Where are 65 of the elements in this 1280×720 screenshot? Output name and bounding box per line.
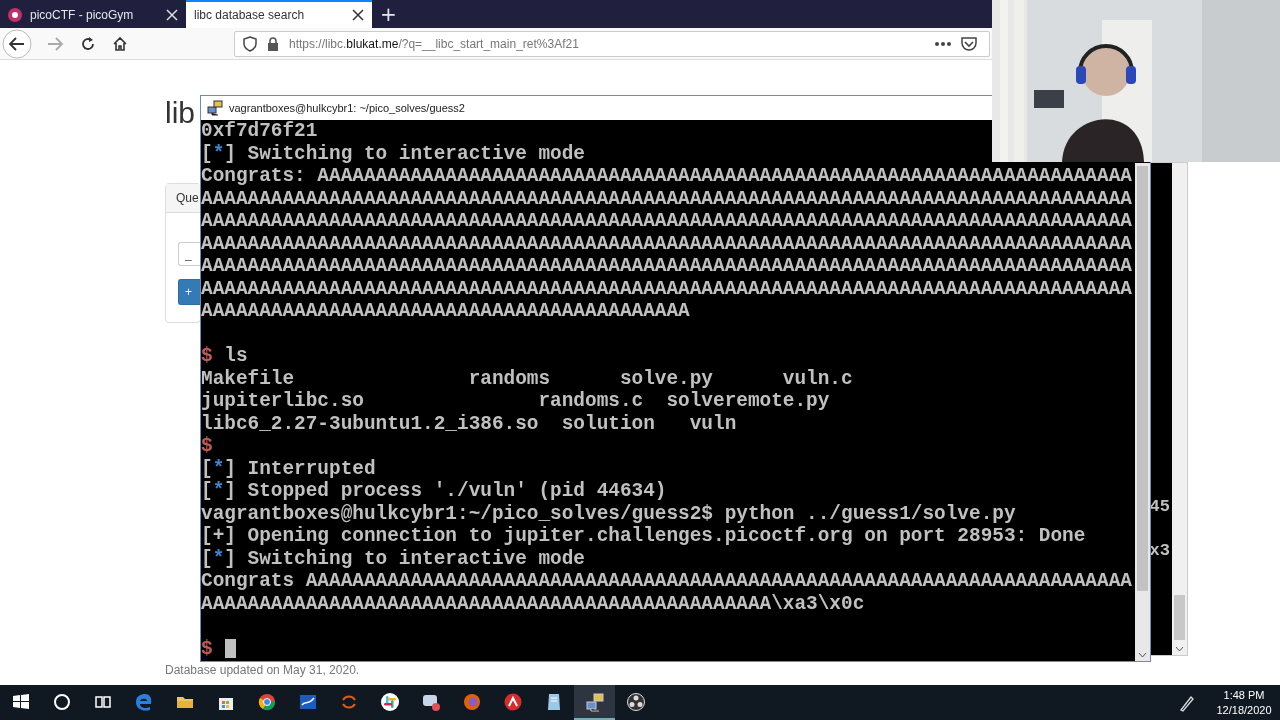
terminal-line: $ ls xyxy=(201,345,249,368)
close-icon[interactable] xyxy=(352,9,364,21)
terminal-line: Congrats AAAAAAAAAAAAAAAAAAAAAAAAAAAAAAAAAAAAAAAAAAAAAAAAAAAAAAAAAAAAAAAAAAAAAAA xyxy=(201,570,1133,593)
browser-tab[interactable]: libc database search xyxy=(186,0,372,28)
terminal-line: Congrats: AAAAAAAAAAAAAAAAAAAAAAAAAAAAAAAAAAAAAAAAAAAAAAAAAAAAAAAAAAAAAAAAAAAAAA xyxy=(201,165,1133,188)
pocket-icon[interactable] xyxy=(961,36,977,51)
terminal-line: [*] Switching to interactive mode xyxy=(201,142,586,165)
card-header: Que xyxy=(166,184,200,213)
clock-date[interactable]: 12/18/2020 xyxy=(1216,702,1272,718)
favicon-icon xyxy=(8,8,22,22)
terminal-line: jupiterlibc.so randoms.c solveremote.py xyxy=(201,390,831,413)
terminal-line: $ xyxy=(201,637,1135,660)
lock-icon[interactable] xyxy=(267,36,279,51)
clock-time[interactable]: 1:48 PM xyxy=(1223,687,1265,703)
browser-icon xyxy=(461,691,482,712)
terminal-line: AAAAAAAAAAAAAAAAAAAAAAAAAAAAAAAAAAAAAAAAAAAAAAAAAAAAAAAAAAAAAAAAAAAAAAAAAAAAAAAA xyxy=(201,210,1133,233)
terminal-line: AAAAAAAAAAAAAAAAAAAAAAAAAAAAAAAAAAAAAAAAAAAAAAAAAAAAAAAAAAAAAAAAAAAAAAAAAAAAAAAA xyxy=(201,255,1133,278)
window-title: vagrantboxes@hulkcybr1: ~/pico_solves/guess2 xyxy=(229,102,465,114)
add-button[interactable]: + xyxy=(178,279,200,305)
scrollbar-thumb[interactable] xyxy=(1137,166,1148,591)
terminal-text: x3 xyxy=(1149,541,1170,560)
terminal-text: 45 xyxy=(1149,497,1170,516)
page-heading: lib xyxy=(165,95,195,131)
tab-title: libc database search xyxy=(194,8,306,22)
address-bar[interactable]: https://libc.blukat.me/?q=__libc_start_main_ret%3Af21 xyxy=(234,30,990,57)
terminal-line: vagrantboxes@hulkcybr1:~/pico_solves/guess2$ python ../guess1/solve.py xyxy=(201,502,1017,525)
terminal-line: [*] Switching to interactive mode xyxy=(201,547,586,570)
url-text: https://libc.blukat.me/?q=__libc_start_main_ret%3Af21 xyxy=(289,36,579,51)
browser-icon xyxy=(256,691,277,712)
taskbar-button[interactable] xyxy=(574,685,615,720)
footer-text: Database updated on May 31, 2020. xyxy=(165,663,360,677)
browser-tab[interactable]: picoCTF - picoGym xyxy=(0,0,186,28)
browser-icon xyxy=(133,691,154,712)
terminal-line: [*] Interrupted xyxy=(201,457,377,480)
start-icon xyxy=(10,691,31,712)
tab-title: picoCTF - picoGym xyxy=(30,8,135,22)
terminal-line: AAAAAAAAAAAAAAAAAAAAAAAAAAAAAAAAAAAAAAAAAAAAAAAAAAAAAAAAAAAAAAAAAAAAAAAAAAAAAAAA xyxy=(201,187,1133,210)
terminal-line: $ xyxy=(201,435,214,458)
terminal-line: AAAAAAAAAAAAAAAAAAAAAAAAAAAAAAAAAAAAAAAAAAAAAAAAA\xa3\x0c xyxy=(201,592,866,615)
computers-icon xyxy=(207,100,223,116)
query-input[interactable]: _ xyxy=(178,242,200,266)
terminal-line: 0xf7d76f21 xyxy=(201,120,319,143)
search-icon xyxy=(51,691,72,712)
terminal-line: libc6_2.27-3ubuntu1.2_i386.so solution vuln xyxy=(201,412,738,435)
app-icon xyxy=(502,691,523,712)
scroll-down-icon[interactable] xyxy=(1138,652,1147,658)
scrollbar-thumb[interactable] xyxy=(1174,595,1185,640)
terminal-line: [+] Opening connection to jupiter.challenges.picoctf.org on port 28953: Done xyxy=(201,525,1087,548)
terminal-line: [*] Stopped process './vuln' (pid 44634) xyxy=(201,480,668,503)
shield-icon[interactable] xyxy=(243,35,257,52)
scrollbar[interactable] xyxy=(1172,163,1187,655)
terminal-line: Makefile randoms solve.py vuln.c xyxy=(201,367,854,390)
hashtag-icon xyxy=(379,691,400,712)
computers-icon xyxy=(584,691,605,712)
back-icon[interactable] xyxy=(2,28,32,59)
more-icon[interactable] xyxy=(935,41,951,46)
terminal-line: AAAAAAAAAAAAAAAAAAAAAAAAAAAAAAAAAAAAAAAAAAAAAAAAAAAAAAAAAAAAAAAAAAAAAAAAAAAAAAAA xyxy=(201,232,1133,255)
scrollbar[interactable] xyxy=(1135,163,1150,661)
home-icon[interactable] xyxy=(112,35,128,52)
new-tab-button[interactable]: + xyxy=(372,0,405,28)
scroll-down-icon[interactable] xyxy=(1175,646,1184,652)
terminal-line: AAAAAAAAAAAAAAAAAAAAAAAAAAAAAAAAAAAAAAAAAAAAAAAAAAAAAAAAAAAAAAAAAAAAAAAAAAAAAAAA xyxy=(201,277,1133,300)
record-icon xyxy=(625,691,646,712)
reload-icon[interactable] xyxy=(80,35,96,52)
terminal-line: AAAAAAAAAAAAAAAAAAAAAAAAAAAAAAAAAAAAAAAAAA xyxy=(201,300,691,323)
